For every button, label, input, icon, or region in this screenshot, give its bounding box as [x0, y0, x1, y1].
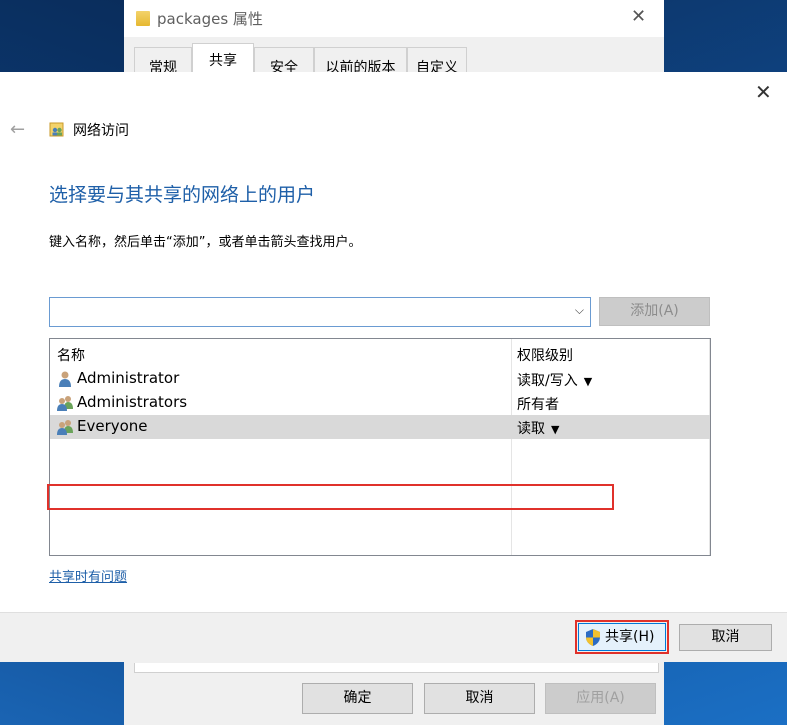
permission-label: 所有者	[517, 397, 559, 413]
single-user-icon	[59, 371, 71, 387]
list-row-administrators[interactable]: Administrators 所有者	[50, 391, 710, 415]
tab-customize[interactable]: 自定义	[407, 47, 467, 76]
permission-dropdown[interactable]: 读取/写入 ▼	[517, 370, 592, 390]
user-group-icon	[57, 420, 73, 435]
user-group-icon	[57, 396, 73, 411]
permission-label: 读取	[517, 421, 545, 437]
properties-panel-edge	[134, 663, 659, 673]
column-header-name[interactable]: 名称	[57, 345, 85, 365]
properties-close-button[interactable]: ✕	[631, 6, 646, 27]
ok-button[interactable]: 确定	[302, 683, 413, 714]
tab-security[interactable]: 安全	[254, 47, 314, 76]
list-row-administrator[interactable]: Administrator 读取/写入 ▼	[50, 367, 710, 391]
properties-title: packages 属性	[157, 10, 263, 28]
user-name: Everyone	[77, 417, 148, 435]
properties-titlebar: packages 属性 ✕	[124, 0, 664, 37]
highlight-box-everyone	[47, 484, 614, 510]
instruction-text: 键入名称，然后单击“添加”，或者单击箭头查找用户。	[49, 235, 362, 250]
cancel-button[interactable]: 取消	[679, 624, 772, 651]
tab-sharing[interactable]: 共享	[192, 43, 254, 73]
apply-button[interactable]: 应用(A)	[545, 683, 656, 714]
network-access-dialog: ✕ ← 网络访问 选择要与其共享的网络上的用户 键入名称，然后单击“添加”，或者…	[0, 72, 787, 662]
props-cancel-button[interactable]: 取消	[424, 683, 535, 714]
page-heading: 选择要与其共享的网络上的用户	[49, 184, 316, 206]
back-arrow-icon[interactable]: ←	[10, 119, 25, 140]
folder-icon	[136, 11, 150, 26]
user-name: Administrator	[77, 369, 180, 387]
dialog-close-button[interactable]: ✕	[755, 80, 772, 104]
dropdown-arrow-icon[interactable]: ▼	[551, 423, 559, 436]
help-link[interactable]: 共享时有问题	[49, 566, 127, 585]
highlight-box-share	[575, 620, 669, 654]
tab-previous-versions[interactable]: 以前的版本	[314, 47, 407, 76]
network-share-icon	[49, 122, 64, 137]
user-permission-list: 名称 权限级别 Administrator 读取/写入 ▼ Administrat…	[49, 338, 711, 556]
wizard-title: 网络访问	[73, 123, 129, 139]
user-name: Administrators	[77, 393, 188, 411]
tab-general[interactable]: 常规	[134, 47, 192, 76]
permission-dropdown[interactable]: 读取 ▼	[517, 418, 559, 438]
user-name-combobox[interactable]: ⌵	[49, 297, 591, 327]
dropdown-arrow-icon[interactable]: ▼	[584, 375, 592, 388]
list-row-everyone[interactable]: Everyone 读取 ▼	[50, 415, 710, 439]
add-button[interactable]: 添加(A)	[599, 297, 710, 326]
permission-label: 读取/写入	[517, 373, 578, 389]
chevron-down-icon[interactable]: ⌵	[575, 303, 584, 318]
column-header-permission[interactable]: 权限级别	[517, 345, 573, 365]
